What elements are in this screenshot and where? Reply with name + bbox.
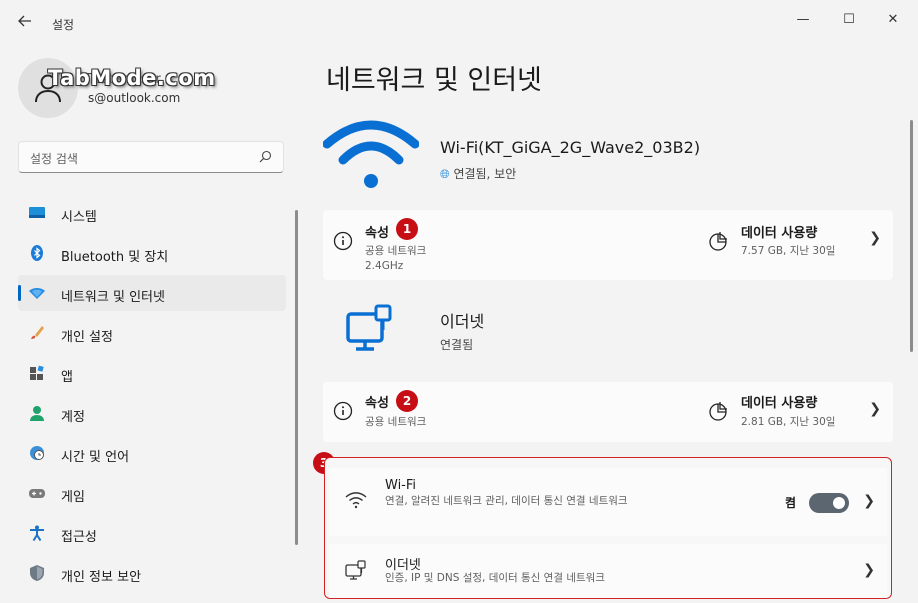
wifi-network-type: 공용 네트워크 [365, 245, 427, 257]
step-badge-2: 2 [396, 390, 418, 412]
sidebar-item-label: 네트워크 및 인터넷 [61, 290, 165, 305]
wifi-toggle-label: 켬 [785, 496, 797, 510]
sidebar-item-bluetooth[interactable]: Bluetooth 및 장치 [18, 235, 286, 271]
ethernet-properties-row[interactable]: 속성 2 공용 네트워크 데이터 사용량 2.81 GB, 지난 30일 ❯ [323, 382, 893, 442]
accessibility-icon [30, 525, 44, 541]
info-icon [333, 401, 353, 421]
back-button[interactable] [14, 12, 36, 34]
sidebar-item-gaming[interactable]: 게임 [18, 475, 286, 511]
ethernet-status: 연결됨 [440, 338, 474, 352]
ethernet-properties-title: 속성 [365, 396, 389, 411]
sidebar-item-system[interactable]: 시스템 [18, 195, 286, 231]
pie-chart-icon [709, 402, 727, 421]
step-badge-1: 1 [396, 218, 418, 240]
wifi-data-usage-title: 데이터 사용량 [741, 226, 818, 241]
wifi-properties-title: 속성 [365, 226, 389, 241]
ethernet-data-usage-title: 데이터 사용량 [741, 396, 818, 411]
sidebar-item-label: 시간 및 언어 [61, 450, 130, 465]
ethernet-settings-title: 이더넷 [385, 558, 421, 573]
bluetooth-icon [31, 245, 43, 261]
globe-icon: 🌐︎ [440, 167, 450, 181]
ethernet-monitor-icon [346, 304, 392, 351]
ethernet-connection-header: 이더넷 연결됨 [323, 284, 893, 370]
search-box[interactable]: 설정 검색 [18, 141, 284, 173]
wifi-status: 🌐︎ 연결됨, 보안 [440, 165, 516, 182]
sidebar-nav: 시스템 Bluetooth 및 장치 네트워크 및 인터넷 개인 설정 앱 계정… [18, 195, 286, 595]
sidebar-item-label: 시스템 [61, 210, 97, 225]
main-scrollbar[interactable] [910, 120, 913, 352]
watermark: TabMode.com [48, 66, 216, 90]
sidebar-item-apps[interactable]: 앱 [18, 355, 286, 391]
sidebar-scrollbar[interactable] [295, 210, 298, 545]
ethernet-data-usage-value: 2.81 GB, 지난 30일 [741, 416, 836, 428]
back-arrow-icon [18, 15, 31, 27]
sidebar-item-time-language[interactable]: 시간 및 언어 [18, 435, 286, 471]
title-bar: 설정 — ☐ ✕ [0, 0, 918, 44]
sidebar-item-label: 개인 정보 보안 [61, 570, 142, 585]
chevron-right-icon: ❯ [863, 493, 875, 509]
sidebar-item-label: Bluetooth 및 장치 [61, 250, 169, 265]
wifi-diamond-icon [29, 288, 45, 299]
wifi-icon [323, 120, 419, 188]
chevron-right-icon: ❯ [869, 401, 881, 417]
chevron-right-icon: ❯ [869, 230, 881, 246]
info-icon [333, 231, 353, 251]
globe-clock-icon [30, 446, 44, 460]
wifi-properties-row[interactable]: 속성 1 공용 네트워크 2.4GHz 데이터 사용량 7.57 GB, 지난 … [323, 210, 893, 280]
wifi-connection-header: Wi-Fi(KT_GiGA_2G_Wave2_03B2) 🌐︎ 연결됨, 보안 [323, 118, 893, 198]
sidebar-item-personalization[interactable]: 개인 설정 [18, 315, 286, 351]
wifi-status-text: 연결됨, 보안 [453, 167, 517, 181]
wifi-settings-description: 연결, 알려진 네트워크 관리, 데이터 통신 연결 네트워크 [385, 495, 628, 507]
pie-chart-icon [709, 232, 727, 251]
maximize-button[interactable]: ☐ [826, 8, 872, 32]
close-button[interactable]: ✕ [870, 8, 916, 32]
wifi-settings-row[interactable]: Wi-Fi 연결, 알려진 네트워크 관리, 데이터 통신 연결 네트워크 켬 … [329, 468, 887, 536]
chevron-right-icon: ❯ [863, 562, 875, 578]
gamepad-icon [29, 489, 45, 498]
paintbrush-icon [31, 326, 44, 339]
sidebar-item-label: 개인 설정 [61, 330, 113, 345]
ethernet-monitor-icon [345, 560, 366, 580]
system-monitor-icon [29, 207, 45, 218]
wifi-band: 2.4GHz [365, 260, 404, 272]
wifi-data-usage-value: 7.57 GB, 지난 30일 [741, 245, 836, 257]
search-input[interactable]: 설정 검색 [30, 150, 78, 167]
wifi-toggle[interactable] [809, 493, 849, 513]
shield-icon [30, 565, 44, 581]
app-title: 설정 [52, 18, 75, 32]
sidebar-item-network[interactable]: 네트워크 및 인터넷 [18, 275, 286, 311]
adapter-settings-group: Wi-Fi 연결, 알려진 네트워크 관리, 데이터 통신 연결 네트워크 켬 … [324, 457, 892, 599]
sidebar-item-privacy[interactable]: 개인 정보 보안 [18, 555, 286, 591]
page-title: 네트워크 및 인터넷 [326, 65, 542, 96]
sidebar-item-accessibility[interactable]: 접근성 [18, 515, 286, 551]
sidebar-item-label: 접근성 [61, 530, 97, 545]
wifi-network-name: Wi-Fi(KT_GiGA_2G_Wave2_03B2) [440, 138, 701, 157]
ethernet-settings-description: 인증, IP 및 DNS 설정, 데이터 통신 연결 네트워크 [385, 572, 605, 584]
sidebar-item-label: 계정 [61, 410, 85, 425]
ethernet-name: 이더넷 [440, 312, 485, 331]
sidebar-item-label: 게임 [61, 490, 85, 505]
ethernet-settings-row[interactable]: 이더넷 인증, IP 및 DNS 설정, 데이터 통신 연결 네트워크 ❯ [329, 544, 887, 598]
ethernet-network-type: 공용 네트워크 [365, 416, 427, 428]
profile-email: s@outlook.com [88, 91, 181, 105]
sidebar-item-label: 앱 [61, 370, 73, 385]
sidebar-item-accounts[interactable]: 계정 [18, 395, 286, 431]
person-icon [30, 406, 44, 421]
apps-icon [30, 365, 44, 380]
minimize-button[interactable]: — [780, 8, 826, 32]
wifi-icon [345, 492, 367, 509]
search-icon [259, 150, 272, 163]
wifi-settings-title: Wi-Fi [385, 478, 417, 493]
